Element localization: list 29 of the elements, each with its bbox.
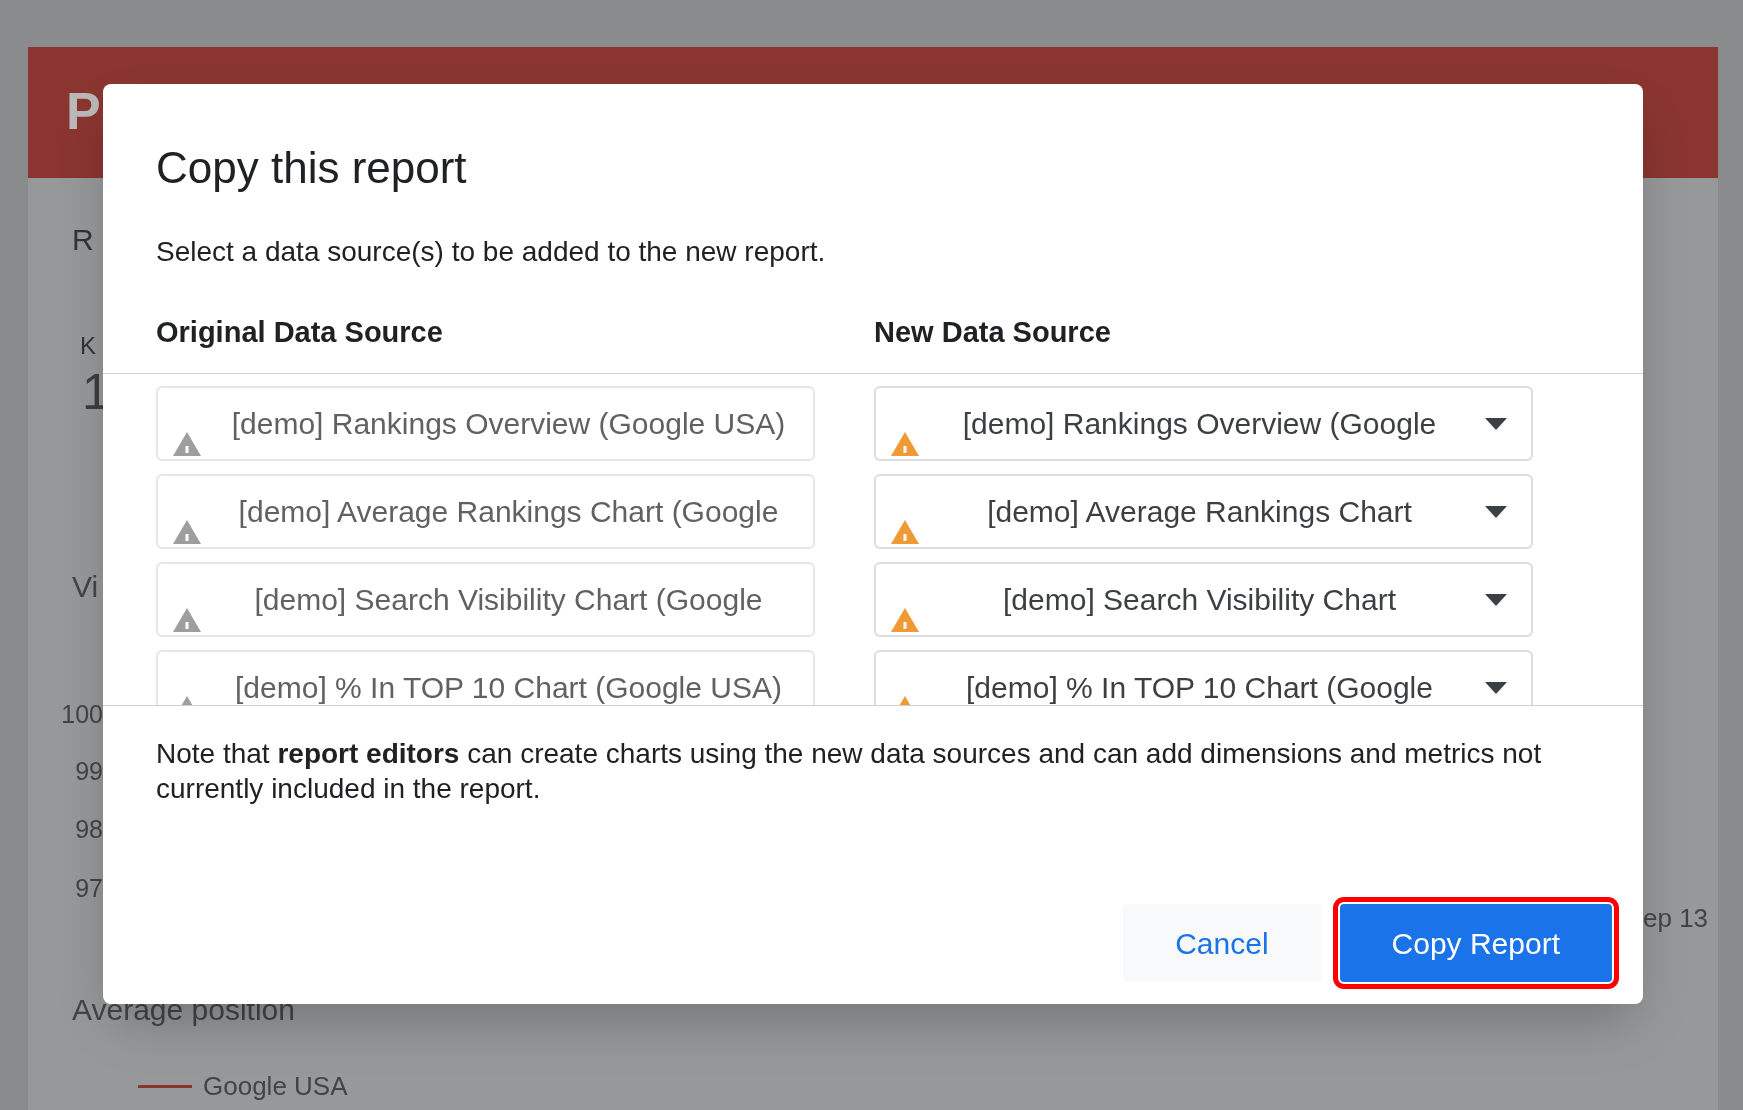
source-field: [demo] % In TOP 10 Chart (Google USA) — [156, 650, 815, 705]
axis-label: 100 — [61, 702, 103, 727]
source-field: [demo] Rankings Overview (Google USA) — [156, 386, 815, 461]
dialog-subtitle: Select a data source(s) to be added to the new report. — [156, 238, 827, 266]
source-dropdown[interactable]: [demo] Search Visibility Chart — [874, 562, 1533, 637]
app-title: P — [66, 85, 101, 137]
source-dropdown[interactable]: [demo] % In TOP 10 Chart (Google — [874, 650, 1533, 705]
column-header: Original Data Source — [156, 316, 443, 348]
cancel-button[interactable]: Cancel — [1123, 904, 1321, 982]
section-title: R — [72, 225, 94, 255]
metric-label: K — [80, 334, 96, 358]
source-dropdown[interactable]: [demo] Rankings Overview (Google — [874, 386, 1533, 461]
source-dropdown[interactable]: [demo] Average Rankings Chart — [874, 474, 1533, 549]
legend-label: Google USA — [203, 1073, 348, 1099]
caret-icon — [1485, 417, 1507, 430]
axis-label: 98 — [75, 817, 103, 842]
column-header: New Data Source — [874, 316, 1111, 348]
section-title: Vi — [72, 572, 99, 602]
caret-icon — [1485, 505, 1507, 518]
legend-line — [138, 1085, 192, 1088]
caret-icon — [1485, 681, 1507, 694]
axis-label: 99 — [75, 759, 103, 784]
source-field: [demo] Search Visibility Chart (Google — [156, 562, 815, 637]
note-text: Note that report editors can create charts using the new data sources and can add dimensions and metrics not currently included in the report. — [155, 737, 1543, 806]
dialog-title: Copy this report — [156, 146, 468, 190]
source-field: [demo] Average Rankings Chart (Google — [156, 474, 815, 549]
caret-icon — [1485, 593, 1507, 606]
axis-label: 97 — [75, 876, 103, 901]
axis-label: ep 13 — [1643, 905, 1709, 931]
